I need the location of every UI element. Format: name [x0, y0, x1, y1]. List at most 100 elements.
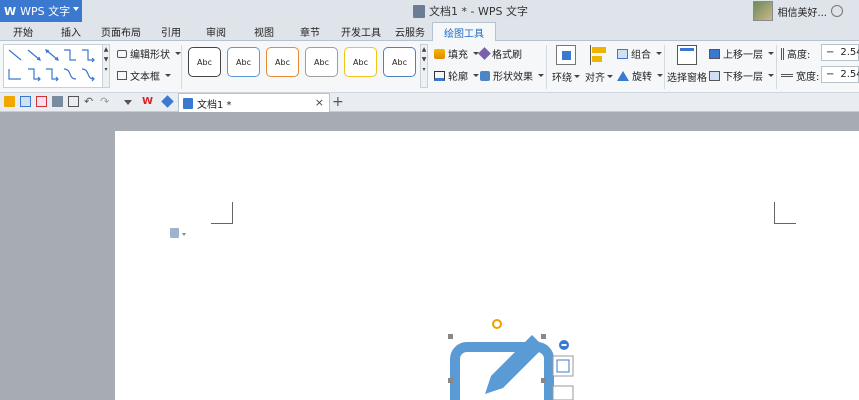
chevron-down-icon [656, 52, 662, 55]
height-stepper[interactable]: − 2.54 [821, 44, 859, 61]
user-area[interactable]: 相信美好... [753, 0, 859, 22]
rotate-handle[interactable] [492, 319, 502, 329]
height-field-label: 高度: [781, 46, 810, 61]
tab-page-layout[interactable]: 页面布局 [101, 24, 141, 39]
wps-w-icon[interactable]: W [142, 96, 153, 107]
selection-pane-button[interactable]: 选择窗格 [667, 45, 707, 84]
style-preset-label: Abc [314, 57, 329, 67]
fill-button[interactable]: 填充 [434, 46, 479, 61]
send-backward-button[interactable]: 下移一层 [709, 68, 774, 83]
tab-insert[interactable]: 插入 [61, 24, 81, 39]
wrap-button[interactable]: 环绕 [552, 45, 580, 84]
textbox-label: 文本框 [130, 72, 160, 83]
divider [776, 45, 777, 89]
group-button[interactable]: 组合 [617, 46, 662, 61]
resize-handle[interactable] [541, 334, 546, 339]
chevron-down-icon[interactable] [182, 233, 186, 236]
chevron-down-icon [473, 74, 479, 77]
edit-shape-button[interactable]: 编辑形状 [117, 46, 181, 61]
selection-pane-icon [677, 45, 697, 65]
tab-start[interactable]: 开始 [13, 24, 33, 39]
align-button[interactable]: 对齐 [585, 45, 613, 84]
bring-forward-icon [709, 48, 720, 59]
resize-handle[interactable] [541, 378, 546, 383]
format-painter-label: 格式刷 [492, 50, 522, 61]
new-tab-button[interactable]: + [332, 94, 344, 110]
wps-app-menu-button[interactable]: W WPS 文字 [0, 0, 82, 22]
avatar[interactable] [753, 1, 774, 21]
resize-handle[interactable] [448, 334, 453, 339]
selected-edit-shape[interactable] [440, 316, 580, 400]
wps-logo-icon: W [4, 4, 17, 18]
rotate-button[interactable]: 旋转 [617, 68, 663, 83]
fill-label: 填充 [448, 50, 468, 61]
tab-view[interactable]: 视图 [254, 24, 274, 39]
ribbon: ▲ ▼ ▾ 编辑形状 文本框 Abc Abc Abc Abc Abc Abc ▲ ▼ ▾… [0, 41, 859, 93]
style-gallery-scroll[interactable]: ▲ ▼ ▾ [420, 44, 428, 88]
width-value[interactable]: 2.54 [840, 69, 859, 80]
document-page[interactable] [115, 131, 859, 400]
undo-icon[interactable]: ↶ [84, 96, 95, 107]
resize-handle[interactable] [448, 378, 453, 383]
tab-developer[interactable]: 开发工具 [341, 24, 381, 39]
style-preset-5[interactable]: Abc [344, 47, 377, 77]
customize-dropdown-icon[interactable] [124, 100, 132, 105]
minus-button[interactable]: − [826, 69, 834, 80]
smile-icon[interactable] [831, 5, 843, 17]
tab-drawing-tools[interactable]: 绘图工具 [432, 22, 496, 42]
paragraph-icon[interactable] [170, 228, 179, 238]
outline-button[interactable]: 轮廓 [434, 68, 479, 83]
style-preset-2[interactable]: Abc [227, 47, 260, 77]
shape-effects-label: 形状效果 [493, 72, 533, 83]
selection-pane-label: 选择窗格 [667, 73, 707, 84]
textbox-button[interactable]: 文本框 [117, 68, 171, 83]
height-value[interactable]: 2.54 [840, 47, 859, 58]
divider [546, 45, 547, 89]
print-icon[interactable] [52, 96, 63, 107]
line-shapes-icon[interactable] [6, 47, 98, 87]
rotate-icon [617, 70, 629, 81]
shape-options-icon[interactable] [552, 385, 574, 400]
document-tab[interactable]: 文档1 * × [178, 93, 330, 112]
close-icon[interactable]: × [315, 96, 324, 109]
brush-icon [478, 47, 491, 60]
app-button-label: WPS 文字 [20, 5, 71, 18]
format-painter-button[interactable]: 格式刷 [478, 46, 522, 61]
align-label: 对齐 [585, 73, 605, 84]
style-preset-label: Abc [353, 57, 368, 67]
pdf-icon[interactable] [36, 96, 47, 107]
width-stepper[interactable]: − 2.54 [821, 66, 859, 83]
bring-forward-label: 上移一层 [723, 50, 763, 61]
chevron-down-icon [165, 74, 171, 77]
tab-references[interactable]: 引用 [161, 24, 181, 39]
tab-review[interactable]: 审阅 [206, 24, 226, 39]
shape-effects-button[interactable]: 形状效果 [480, 68, 544, 83]
style-preset-3[interactable]: Abc [266, 47, 299, 77]
outline-icon [434, 70, 445, 81]
user-name[interactable]: 相信美好... [777, 4, 827, 19]
chevron-down-icon [607, 75, 613, 78]
minus-button[interactable]: − [826, 47, 834, 58]
tab-cloud[interactable]: 云服务 [395, 24, 425, 39]
tab-sections[interactable]: 章节 [300, 24, 320, 39]
bring-forward-button[interactable]: 上移一层 [709, 46, 774, 61]
cube-icon[interactable] [161, 95, 174, 108]
line-shape-gallery[interactable] [3, 44, 103, 88]
gallery-scroll[interactable]: ▲ ▼ ▾ [102, 44, 110, 88]
title-bar: W WPS 文字 文档1 * - WPS 文字 相信美好... [0, 0, 859, 22]
margin-corner-top-left [211, 202, 233, 224]
edit-shape-label: 编辑形状 [130, 50, 170, 61]
layout-options-icon[interactable] [552, 355, 574, 377]
height-label: 高度: [787, 50, 811, 61]
open-folder-icon[interactable] [4, 96, 15, 107]
save-icon[interactable] [20, 96, 31, 107]
width-icon [781, 74, 793, 77]
style-preset-1[interactable]: Abc [188, 47, 221, 77]
style-preset-6[interactable]: Abc [383, 47, 416, 77]
style-preset-4[interactable]: Abc [305, 47, 338, 77]
wrap-label: 环绕 [552, 73, 572, 84]
style-preset-label: Abc [275, 57, 290, 67]
redo-icon[interactable]: ↷ [100, 96, 111, 107]
send-backward-icon [709, 70, 720, 81]
print-preview-icon[interactable] [68, 96, 79, 107]
